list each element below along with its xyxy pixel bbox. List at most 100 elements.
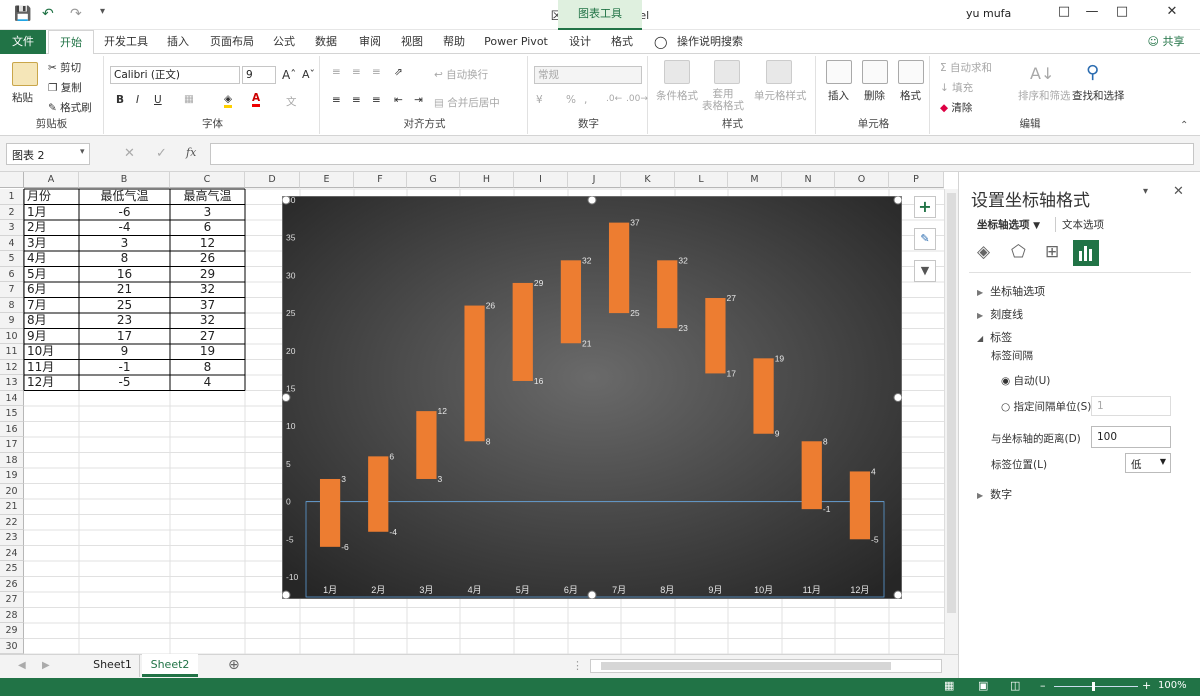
enter-icon[interactable]: ✓ xyxy=(156,146,167,161)
tab-split-handle[interactable]: ⋮ xyxy=(572,659,583,672)
table-cell[interactable]: -5 xyxy=(79,375,170,391)
table-cell[interactable]: 32 xyxy=(170,313,245,329)
insert-function-button[interactable]: fx xyxy=(186,146,196,159)
orientation-icon[interactable]: ⇗ xyxy=(394,66,403,78)
currency-icon[interactable]: ¥ xyxy=(536,94,543,106)
minimize-icon[interactable]: — xyxy=(1080,4,1104,24)
table-cell[interactable]: 12月 xyxy=(27,375,79,391)
tab-power-pivot[interactable]: Power Pivot xyxy=(480,30,552,54)
resize-handle[interactable] xyxy=(281,590,291,600)
add-sheet-icon[interactable]: ⊕ xyxy=(228,657,240,673)
tab-data[interactable]: 数据 xyxy=(308,30,344,54)
table-cell[interactable]: 16 xyxy=(79,267,170,283)
interval-auto-radio[interactable]: ◉ 自动(U) xyxy=(1001,373,1050,388)
table-cell[interactable]: -6 xyxy=(79,205,170,221)
border-icon[interactable]: ▦ xyxy=(184,93,194,105)
sheet-tab-sheet2[interactable]: Sheet2 xyxy=(142,654,198,677)
range-bar[interactable] xyxy=(657,260,678,329)
page-layout-view-icon[interactable]: ▣ xyxy=(978,679,988,692)
table-cell[interactable]: 9月 xyxy=(27,329,79,345)
number-format-select[interactable]: 常规 xyxy=(534,66,642,84)
table-cell[interactable]: 6 xyxy=(170,220,245,236)
normal-view-icon[interactable]: ▦ xyxy=(944,679,954,692)
fill-button[interactable]: ↓ 填充 xyxy=(940,80,973,95)
table-cell[interactable]: 23 xyxy=(79,313,170,329)
table-cell[interactable]: -4 xyxy=(79,220,170,236)
name-box[interactable]: 图表 2 xyxy=(6,143,90,165)
range-bar[interactable] xyxy=(319,478,341,547)
align-left-icon[interactable]: ≡ xyxy=(332,94,341,106)
vertical-scrollbar[interactable] xyxy=(944,189,958,654)
chart-background[interactable] xyxy=(281,195,903,600)
table-cell[interactable]: 11月 xyxy=(27,360,79,376)
zoom-level[interactable]: 100% xyxy=(1158,680,1187,691)
tab-review[interactable]: 审阅 xyxy=(352,30,388,54)
pane-close-icon[interactable]: ✕ xyxy=(1173,184,1184,199)
tab-insert[interactable]: 插入 xyxy=(160,30,196,54)
tab-format[interactable]: 格式 xyxy=(604,30,640,54)
table-cell[interactable]: 6月 xyxy=(27,282,79,298)
resize-handle[interactable] xyxy=(281,393,291,402)
shrink-font-icon[interactable]: Aˇ xyxy=(302,68,315,81)
font-color-icon[interactable]: A xyxy=(252,92,261,107)
tab-home[interactable]: 开始 xyxy=(48,30,94,55)
table-cell[interactable]: 5月 xyxy=(27,267,79,283)
insert-cells-button[interactable]: 插入 xyxy=(828,88,849,103)
copy-button[interactable]: ❐ 复制 xyxy=(48,80,82,95)
decrease-decimal-icon[interactable]: .00→ xyxy=(626,94,648,104)
range-bar[interactable] xyxy=(753,358,774,434)
table-cell[interactable]: 4 xyxy=(170,375,245,391)
table-cell[interactable]: 26 xyxy=(170,251,245,267)
chart-elements-button[interactable]: + xyxy=(914,196,936,218)
table-cell[interactable]: 12 xyxy=(170,236,245,252)
sort-filter-button[interactable]: 排序和筛选 xyxy=(1018,88,1071,103)
resize-handle[interactable] xyxy=(893,195,903,205)
fill-color-icon[interactable]: ◈ xyxy=(224,93,233,108)
range-bar[interactable] xyxy=(512,282,533,381)
vertical-scroll-thumb[interactable] xyxy=(947,193,956,613)
format-cells-button[interactable]: 格式 xyxy=(900,88,921,103)
text-options-tab[interactable]: 文本选项 xyxy=(1055,217,1104,232)
align-middle-icon[interactable]: ≡ xyxy=(352,66,361,78)
zoom-slider[interactable] xyxy=(1054,686,1138,687)
horizontal-scrollbar[interactable] xyxy=(590,659,942,673)
table-cell[interactable]: -1 xyxy=(79,360,170,376)
grow-font-icon[interactable]: Aˆ xyxy=(282,68,296,82)
tab-design[interactable]: 设计 xyxy=(562,30,598,54)
resize-handle[interactable] xyxy=(281,195,291,205)
share-button[interactable]: ☺ 共享 xyxy=(1140,30,1192,54)
range-bar[interactable] xyxy=(849,471,871,540)
interval-specify-radio[interactable]: ○ 指定间隔单位(S) xyxy=(1001,399,1093,414)
table-cell[interactable]: 1月 xyxy=(27,205,79,221)
pane-options-icon[interactable]: ▾ xyxy=(1143,186,1148,197)
tab-page-layout[interactable]: 页面布局 xyxy=(204,30,260,54)
table-cell[interactable]: 29 xyxy=(170,267,245,283)
delete-cells-button[interactable]: 删除 xyxy=(864,88,885,103)
tab-file[interactable]: 文件 xyxy=(0,30,46,54)
font-name-select[interactable]: Calibri (正文) xyxy=(110,66,240,84)
table-header-cell[interactable]: 最低气温 xyxy=(79,189,170,205)
range-bar[interactable] xyxy=(464,305,485,442)
fill-line-icon[interactable]: ◈ xyxy=(977,242,990,262)
find-select-button[interactable]: 查找和选择 xyxy=(1072,88,1125,103)
ribbon-display-icon[interactable]: □ xyxy=(1052,4,1076,24)
formula-input[interactable] xyxy=(210,143,1194,165)
table-cell[interactable]: 9 xyxy=(79,344,170,360)
table-header-cell[interactable]: 月份 xyxy=(27,189,79,205)
align-right-icon[interactable]: ≡ xyxy=(372,94,381,106)
cell-styles-button[interactable]: 单元格样式 xyxy=(754,88,807,103)
range-bar[interactable] xyxy=(560,260,582,344)
wrap-text-button[interactable]: ↩ 自动换行 xyxy=(434,67,488,82)
increase-indent-icon[interactable]: ⇥ xyxy=(414,94,423,106)
zoom-in-icon[interactable]: + xyxy=(1142,679,1151,692)
clear-button[interactable]: ◆ 清除 xyxy=(940,100,972,115)
range-bar[interactable] xyxy=(705,298,726,374)
tab-developer[interactable]: 开发工具 xyxy=(98,30,154,54)
underline-button[interactable]: U xyxy=(154,94,162,106)
table-cell[interactable]: 3 xyxy=(79,236,170,252)
bold-button[interactable]: B xyxy=(116,94,124,106)
tab-formulas[interactable]: 公式 xyxy=(266,30,302,54)
table-cell[interactable]: 19 xyxy=(170,344,245,360)
conditional-format-button[interactable]: 条件格式 xyxy=(656,88,698,103)
align-top-icon[interactable]: ≡ xyxy=(332,66,341,78)
